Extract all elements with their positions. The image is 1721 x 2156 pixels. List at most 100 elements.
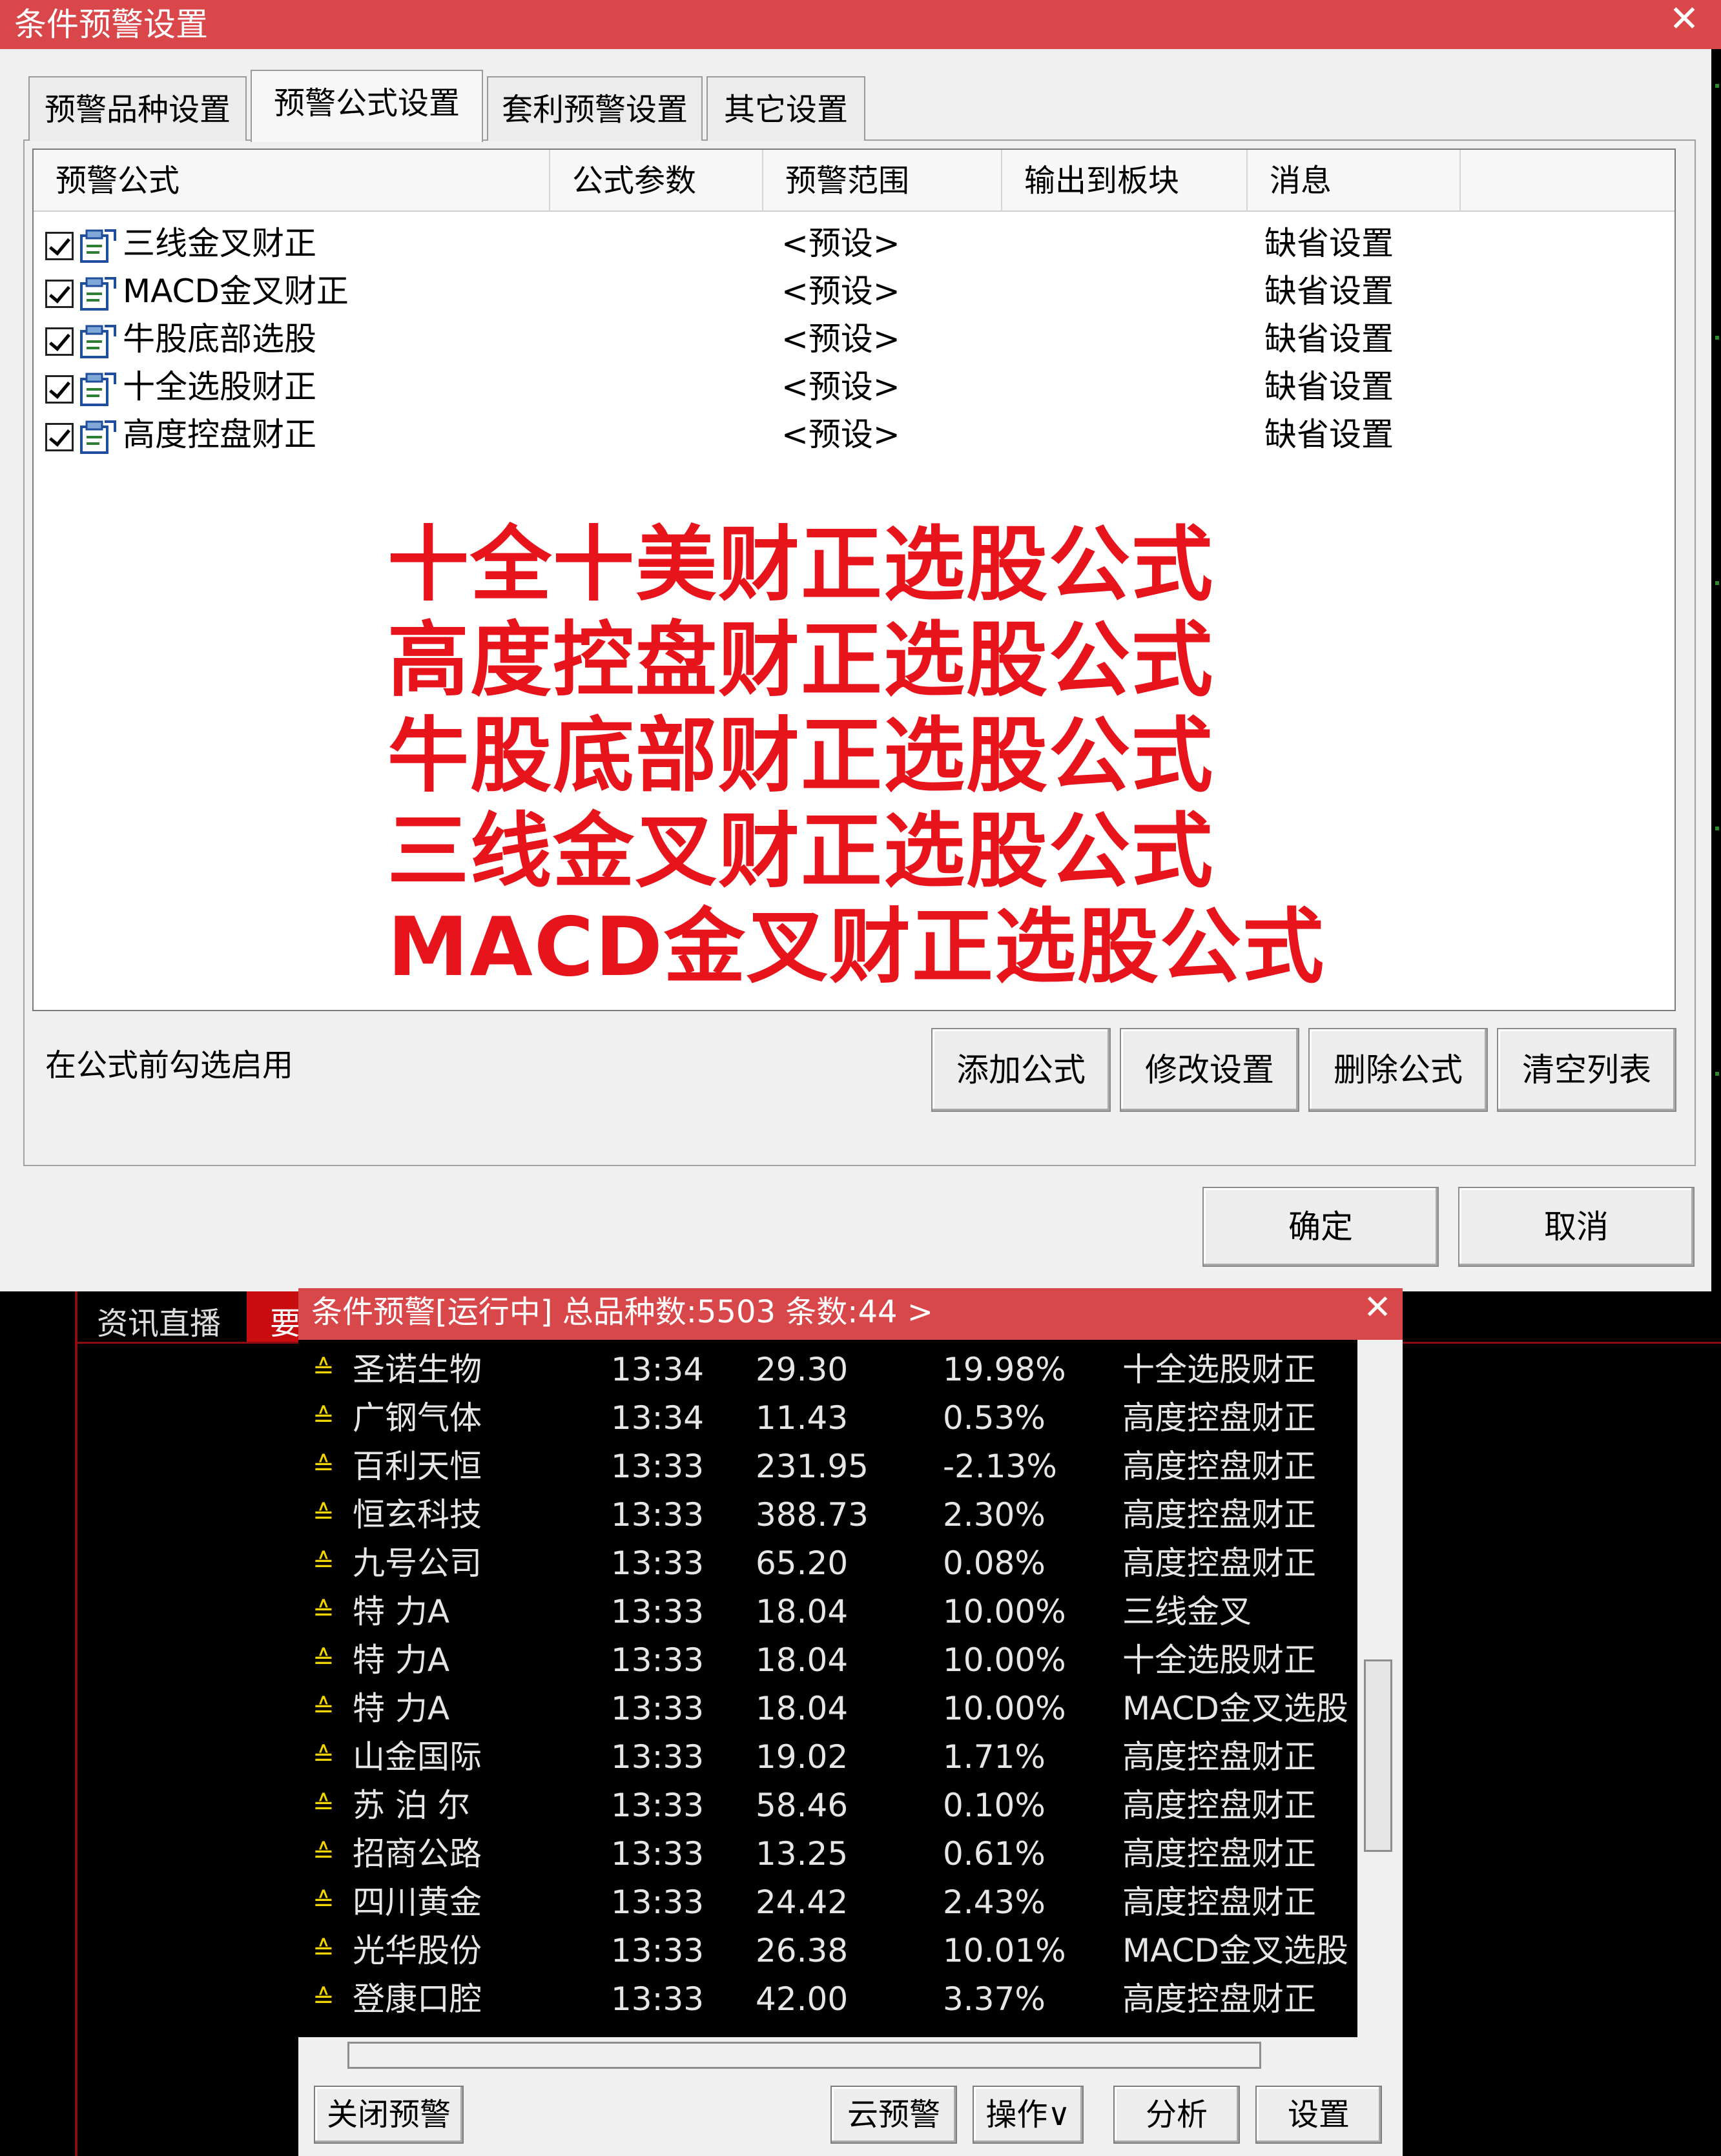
stock-name: 圣诺生物: [353, 1351, 482, 1388]
alert-formula: 高度控盘财正: [1122, 1738, 1316, 1776]
column-header-output-board[interactable]: 输出到板块: [1002, 150, 1248, 212]
alert-time: 13:33: [611, 1690, 705, 1727]
scrollbar-thumb[interactable]: [1364, 1659, 1392, 1852]
checkbox-icon[interactable]: [45, 422, 74, 451]
horizontal-scrollbar[interactable]: [347, 2042, 1261, 2069]
stock-price: 231.95: [756, 1448, 869, 1485]
overlay-text-line: 牛股底部财正选股公式: [387, 708, 1214, 803]
checkbox-icon[interactable]: [45, 231, 74, 260]
operation-menu-button[interactable]: 操作∨: [973, 2086, 1084, 2144]
alert-time: 13:33: [611, 1787, 705, 1824]
alert-time: 13:33: [611, 1980, 705, 2018]
column-header-message[interactable]: 消息: [1248, 150, 1461, 212]
column-header-formula[interactable]: 预警公式: [34, 150, 550, 212]
clear-list-button[interactable]: 清空列表: [1497, 1028, 1676, 1112]
stock-price: 18.04: [756, 1641, 849, 1679]
tab-arbitrage-settings[interactable]: 套利预警设置: [487, 76, 703, 141]
alert-row[interactable]: ≙ 圣诺生物 13:34 29.30 19.98% 十全选股财正: [310, 1346, 1350, 1394]
alert-time: 13:34: [611, 1351, 705, 1388]
alert-row[interactable]: ≙ 百利天恒 13:33 231.95 -2.13% 高度控盘财正: [310, 1442, 1350, 1491]
formula-row[interactable]: 三线金叉财正 <预设> 缺省设置: [45, 220, 1660, 267]
cancel-button[interactable]: 取消: [1458, 1187, 1695, 1267]
overlay-text-line: 高度控盘财正选股公式: [387, 613, 1214, 708]
alert-formula: MACD金叉选股: [1122, 1932, 1348, 1969]
checkbox-icon[interactable]: [45, 375, 74, 404]
grid-line: [75, 1291, 77, 2156]
stock-price: 65.20: [756, 1545, 849, 1582]
stock-price: 388.73: [756, 1496, 869, 1534]
checkbox-icon[interactable]: [45, 327, 74, 356]
analyze-button[interactable]: 分析: [1113, 2086, 1240, 2144]
change-percent: 0.08%: [943, 1545, 1046, 1582]
formula-range: <预设>: [781, 368, 900, 406]
up-arrow-icon: ≙: [313, 1645, 335, 1675]
up-arrow-icon: ≙: [313, 1694, 335, 1723]
alert-row[interactable]: ≙ 山金国际 13:33 19.02 1.71% 高度控盘财正: [310, 1733, 1350, 1781]
change-percent: 10.00%: [943, 1641, 1066, 1679]
dialog-title-bar[interactable]: [0, 0, 1721, 49]
column-header-params[interactable]: 公式参数: [550, 150, 763, 212]
delete-formula-button[interactable]: 删除公式: [1308, 1028, 1488, 1112]
tab-formula-settings[interactable]: 预警公式设置: [251, 70, 483, 142]
ok-button[interactable]: 确定: [1202, 1187, 1439, 1267]
add-formula-button[interactable]: 添加公式: [931, 1028, 1111, 1112]
stock-price: 18.04: [756, 1690, 849, 1727]
alert-row[interactable]: ≙ 广钢气体 13:34 11.43 0.53% 高度控盘财正: [310, 1394, 1350, 1442]
alert-time: 13:33: [611, 1738, 705, 1776]
alert-formula: 高度控盘财正: [1122, 1448, 1316, 1485]
alert-row[interactable]: ≙ 光华股份 13:33 26.38 10.01% MACD金叉选股: [310, 1927, 1350, 1975]
change-percent: 0.53%: [943, 1399, 1046, 1437]
formula-message: 缺省设置: [1264, 416, 1394, 453]
alert-formula: 高度控盘财正: [1122, 1835, 1316, 1873]
formula-message: 缺省设置: [1264, 320, 1394, 358]
alert-row[interactable]: ≙ 特 力A 13:33 18.04 10.00% 三线金叉: [310, 1588, 1350, 1636]
alert-row[interactable]: ≙ 恒玄科技 13:33 388.73 2.30% 高度控盘财正: [310, 1491, 1350, 1539]
alert-time: 13:33: [611, 1545, 705, 1582]
formula-row[interactable]: 十全选股财正 <预设> 缺省设置: [45, 363, 1660, 411]
alert-row[interactable]: ≙ 特 力A 13:33 18.04 10.00% MACD金叉选股: [310, 1685, 1350, 1733]
column-header-range[interactable]: 预警范围: [763, 150, 1002, 212]
stock-name: 光华股份: [353, 1932, 482, 1969]
stock-price: 19.02: [756, 1738, 849, 1776]
alert-formula: 高度控盘财正: [1122, 1787, 1316, 1824]
news-live-tab[interactable]: 资讯直播: [97, 1298, 221, 1343]
background-dot: [1715, 581, 1719, 585]
alert-row[interactable]: ≙ 苏 泊 尔 13:33 58.46 0.10% 高度控盘财正: [310, 1781, 1350, 1830]
stock-name: 苏 泊 尔: [353, 1787, 470, 1824]
settings-button[interactable]: 设置: [1255, 2086, 1382, 2144]
alert-row[interactable]: ≙ 特 力A 13:33 18.04 10.00% 十全选股财正: [310, 1636, 1350, 1685]
change-percent: 0.10%: [943, 1787, 1046, 1824]
close-icon[interactable]: ✕: [1660, 0, 1709, 41]
close-alert-button[interactable]: 关闭预警: [314, 2086, 464, 2144]
news-tab-cut-label[interactable]: 要: [270, 1298, 301, 1343]
alert-time: 13:33: [611, 1496, 705, 1534]
tab-variety-settings[interactable]: 预警品种设置: [28, 76, 247, 141]
formula-name: 三线金叉财正: [123, 225, 316, 262]
formula-name: 十全选股财正: [123, 368, 316, 406]
alert-time: 13:33: [611, 1835, 705, 1873]
alert-formula: 高度控盘财正: [1122, 1884, 1316, 1921]
modify-settings-button[interactable]: 修改设置: [1120, 1028, 1299, 1112]
alert-row[interactable]: ≙ 登康口腔 13:33 42.00 3.37% 高度控盘财正: [310, 1975, 1350, 2024]
formula-row[interactable]: MACD金叉财正 <预设> 缺省设置: [45, 267, 1660, 315]
alert-row[interactable]: ≙ 四川黄金 13:33 24.42 2.43% 高度控盘财正: [310, 1878, 1350, 1927]
alert-row[interactable]: ≙ 九号公司 13:33 65.20 0.08% 高度控盘财正: [310, 1539, 1350, 1588]
alert-formula: MACD金叉选股: [1122, 1690, 1348, 1727]
change-percent: 3.37%: [943, 1980, 1046, 2018]
alert-row[interactable]: ≙ 招商公路 13:33 13.25 0.61% 高度控盘财正: [310, 1830, 1350, 1878]
formula-icon: [80, 372, 116, 406]
formula-row[interactable]: 高度控盘财正 <预设> 缺省设置: [45, 411, 1660, 458]
tab-other-settings[interactable]: 其它设置: [706, 76, 865, 141]
stock-name: 恒玄科技: [353, 1496, 482, 1534]
change-percent: 2.30%: [943, 1496, 1046, 1534]
checkbox-icon[interactable]: [45, 279, 74, 308]
cloud-alert-button[interactable]: 云预警: [830, 2086, 957, 2144]
close-icon[interactable]: ✕: [1355, 1288, 1400, 1327]
stock-name: 百利天恒: [353, 1448, 482, 1485]
formula-row[interactable]: 牛股底部选股 <预设> 缺省设置: [45, 315, 1660, 363]
alert-time: 13:33: [611, 1884, 705, 1921]
stock-name: 九号公司: [353, 1545, 482, 1582]
change-percent: 0.61%: [943, 1835, 1046, 1873]
alert-formula: 十全选股财正: [1122, 1351, 1316, 1388]
overlay-text-line: 三线金叉财正选股公式: [387, 804, 1214, 899]
